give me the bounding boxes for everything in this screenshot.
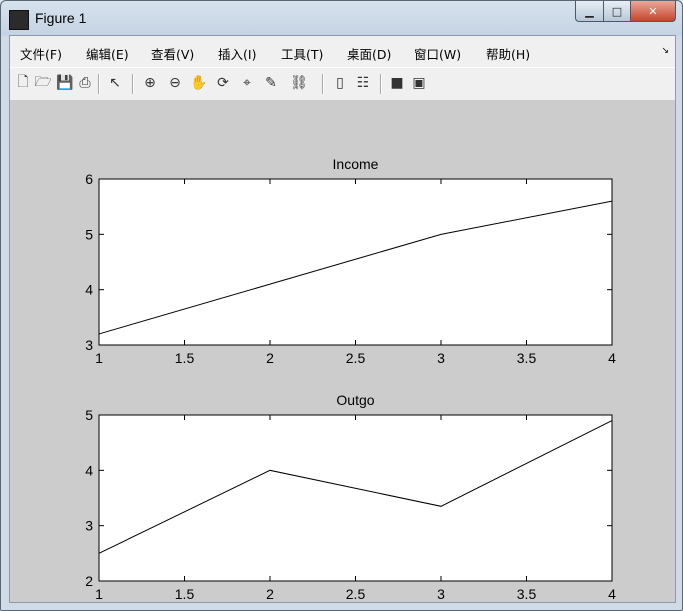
y-tick-label: 5	[85, 407, 93, 423]
y-tick-label: 6	[85, 171, 93, 187]
x-tick-label: 1	[95, 350, 103, 366]
toolbar-separator	[322, 74, 324, 94]
maximize-button[interactable]: □	[604, 1, 631, 22]
x-tick-label: 3.5	[517, 350, 537, 366]
plots-svg: Income 1 1.5 2 2.5 3 3.5 4 3 4 5 6 Outgo 1 1.5 2 2.5 3 3.5…	[85, 156, 616, 602]
menu-desktop[interactable]: 桌面(D)	[347, 44, 391, 63]
open-file-icon[interactable]: 🗁	[34, 74, 52, 92]
x-tick-label: 4	[608, 350, 616, 366]
menu-tools[interactable]: 工具(T)	[281, 44, 323, 63]
close-button[interactable]: ✕	[631, 1, 676, 22]
menu-help[interactable]: 帮助(H)	[486, 44, 530, 63]
x-tick-label: 4	[608, 586, 616, 602]
y-tick-label: 3	[85, 518, 93, 534]
x-tick-label: 3	[437, 350, 445, 366]
figure-canvas: Income 1 1.5 2 2.5 3 3.5 4 3 4 5 6 Outgo 1 1.5 2 2.5 3 3.5…	[10, 100, 675, 602]
minimize-button[interactable]: ▁	[575, 1, 604, 22]
link-plot-icon[interactable]: ⛓	[290, 74, 308, 92]
y-tick-label: 2	[85, 573, 93, 589]
menu-view[interactable]: 查看(V)	[151, 44, 194, 63]
axes-box-2	[98, 414, 613, 582]
data-cursor-icon[interactable]: ⌖	[238, 74, 256, 92]
figure-client-area: 文件(F) 编辑(E) 查看(V) 插入(I) 工具(T) 桌面(D) 窗口(W…	[9, 35, 676, 603]
toolbar-separator	[98, 74, 100, 94]
y-tick-label: 4	[85, 282, 93, 298]
menu-edit[interactable]: 编辑(E)	[86, 44, 129, 63]
edit-plot-arrow-icon[interactable]: ↖	[106, 74, 124, 92]
window-title: Figure 1	[35, 10, 87, 26]
axes-title-1: Income	[333, 156, 379, 172]
y-tick-label: 5	[85, 226, 93, 242]
save-icon[interactable]: 💾	[56, 74, 74, 92]
x-tick-label: 3.5	[517, 586, 537, 602]
menu-bar: 文件(F) 编辑(E) 查看(V) 插入(I) 工具(T) 桌面(D) 窗口(W…	[10, 36, 675, 66]
x-tick-label: 1	[95, 586, 103, 602]
legend-icon[interactable]: ☷	[354, 74, 372, 92]
x-tick-label: 3	[437, 586, 445, 602]
axes-box-1	[98, 178, 613, 346]
y-tick-label: 3	[85, 337, 93, 353]
rotate-3d-icon[interactable]: ⟳	[214, 74, 232, 92]
hide-plot-tools-icon[interactable]: ■	[388, 74, 406, 92]
toolbar-separator	[380, 74, 382, 94]
x-tick-label: 2	[266, 586, 274, 602]
zoom-out-icon[interactable]: ⊖	[166, 74, 184, 92]
x-tick-label: 1.5	[175, 350, 195, 366]
toolbar-separator	[132, 74, 134, 94]
zoom-in-icon[interactable]: ⊕	[141, 74, 159, 92]
y-tick-label: 4	[85, 462, 93, 478]
menu-insert[interactable]: 插入(I)	[218, 44, 256, 63]
x-tick-label: 2	[266, 350, 274, 366]
title-bar[interactable]: Figure 1 ▁ □ ✕	[1, 1, 682, 35]
axes-title-2: Outgo	[336, 392, 374, 408]
new-figure-icon[interactable]: 🗋	[14, 74, 32, 92]
window-controls: ▁ □ ✕	[575, 1, 676, 23]
x-tick-label: 2.5	[346, 586, 366, 602]
x-tick-label: 2.5	[346, 350, 366, 366]
menu-file[interactable]: 文件(F)	[20, 44, 62, 63]
pan-hand-icon[interactable]: ✋	[190, 74, 208, 92]
show-plot-tools-icon[interactable]: ▣	[410, 74, 428, 92]
figure-window: Figure 1 ▁ □ ✕ 文件(F) 编辑(E) 查看(V) 插入(I) 工…	[0, 0, 683, 611]
menu-window[interactable]: 窗口(W)	[414, 44, 461, 63]
colorbar-icon[interactable]: ▯	[331, 74, 349, 92]
matlab-figure-icon	[9, 10, 29, 30]
menubar-dock-arrow-icon[interactable]: ↘	[661, 46, 669, 56]
x-tick-label: 1.5	[175, 586, 195, 602]
print-icon[interactable]: ⎙	[76, 74, 94, 92]
figure-toolbar: 🗋 🗁 💾 ⎙ ↖ ⊕ ⊖ ✋ ⟳ ⌖ ✎ ⛓ ▯ ☷ ■ ▣	[10, 67, 675, 101]
brush-icon[interactable]: ✎	[262, 74, 280, 92]
